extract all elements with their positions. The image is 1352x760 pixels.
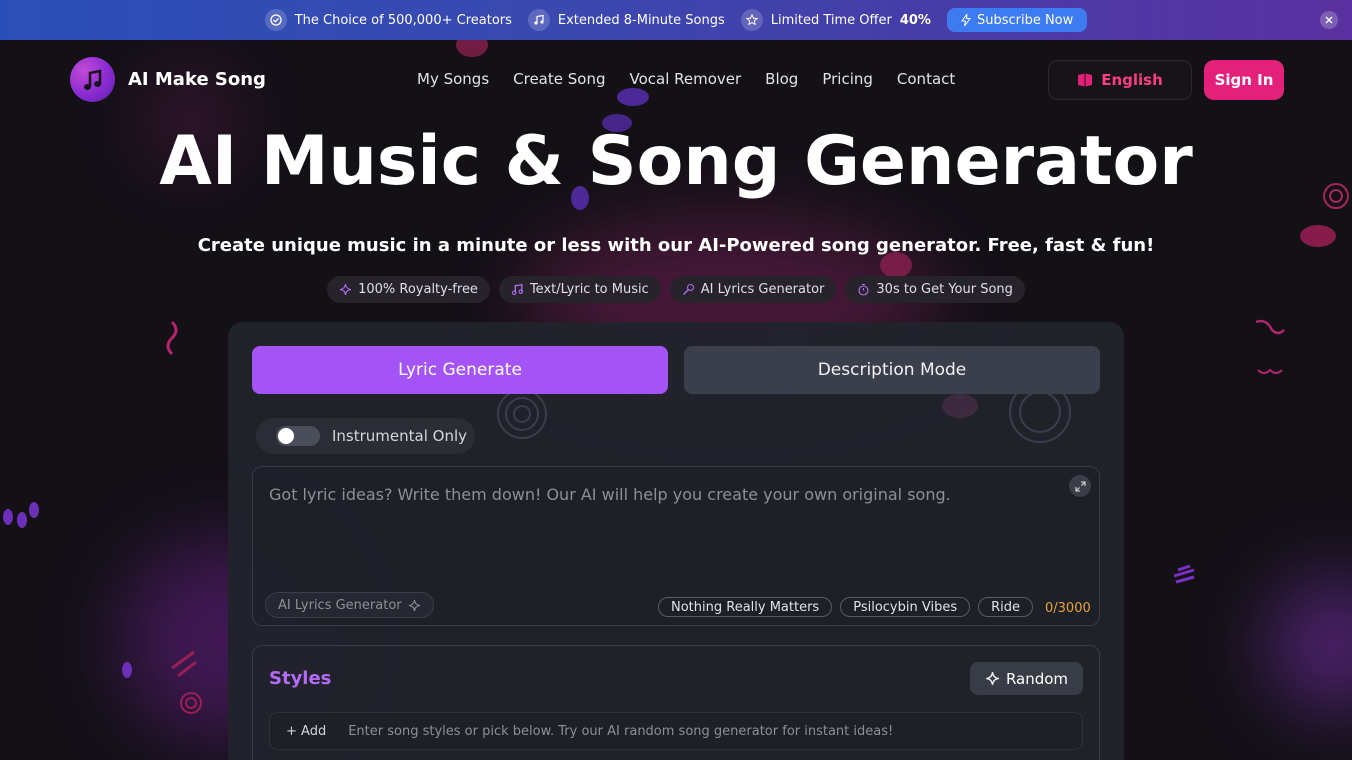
random-label: Random xyxy=(1005,669,1069,688)
suggestion-chip[interactable]: Psilocybin Vibes xyxy=(840,597,971,617)
promo-songs-text: Extended 8-Minute Songs xyxy=(557,12,725,28)
random-button[interactable]: Random xyxy=(970,662,1083,695)
feature-royalty-free: 100% Royalty-free xyxy=(327,276,490,303)
site-header: AI Make Song My Songs Create Song Vocal … xyxy=(0,40,1352,120)
instrumental-toggle-row: Instrumental Only xyxy=(256,418,475,454)
lyric-suggestions: Nothing Really Matters Psilocybin Vibes … xyxy=(658,597,1034,617)
feature-ai-lyrics: AI Lyrics Generator xyxy=(669,276,837,303)
badge-check-icon xyxy=(264,9,287,31)
language-icon xyxy=(1078,73,1093,87)
brand-name: AI Make Song xyxy=(128,69,266,90)
lightning-icon xyxy=(960,14,971,26)
instrumental-label: Instrumental Only xyxy=(332,427,468,445)
sparkle-icon xyxy=(408,599,420,611)
tab-lyric-generate[interactable]: Lyric Generate xyxy=(252,346,668,394)
nav-contact[interactable]: Contact xyxy=(897,70,955,88)
promo-songs: Extended 8-Minute Songs xyxy=(527,9,725,31)
promo-offer: Limited Time Offer 40% xyxy=(740,9,931,31)
language-label: English xyxy=(1101,71,1163,89)
tab-description-mode[interactable]: Description Mode xyxy=(684,346,1100,394)
nav-my-songs[interactable]: My Songs xyxy=(417,70,489,88)
styles-input[interactable] xyxy=(342,713,1082,749)
close-icon[interactable] xyxy=(1320,11,1338,29)
promo-bar: The Choice of 500,000+ Creators Extended… xyxy=(0,0,1352,40)
nav-blog[interactable]: Blog xyxy=(765,70,798,88)
music-note-icon xyxy=(511,283,523,296)
main-nav: My Songs Create Song Vocal Remover Blog … xyxy=(417,70,955,88)
subscribe-button[interactable]: Subscribe Now xyxy=(946,8,1088,32)
feature-label: AI Lyrics Generator xyxy=(700,282,825,297)
page-title: AI Music & Song Generator xyxy=(159,122,1193,201)
page-subtitle: Create unique music in a minute or less … xyxy=(197,235,1155,256)
feature-30s: 30s to Get Your Song xyxy=(845,276,1025,303)
nav-create-song[interactable]: Create Song xyxy=(513,70,605,88)
sparkle-icon xyxy=(339,283,352,296)
add-style-button[interactable]: + Add xyxy=(270,724,342,739)
lyric-input[interactable] xyxy=(269,485,1049,565)
styles-section: Styles Random + Add xyxy=(252,645,1100,760)
star-icon xyxy=(740,9,763,31)
promo-creators-text: The Choice of 500,000+ Creators xyxy=(294,12,512,28)
styles-input-row: + Add xyxy=(269,712,1083,750)
instrumental-toggle[interactable] xyxy=(276,426,320,446)
feature-label: 100% Royalty-free xyxy=(358,282,478,297)
expand-icon[interactable] xyxy=(1069,475,1091,497)
feature-text-to-music: Text/Lyric to Music xyxy=(498,276,661,303)
ai-lyrics-generator-button[interactable]: AI Lyrics Generator xyxy=(265,592,434,618)
timer-icon xyxy=(858,283,869,296)
character-counter: 0/3000 xyxy=(1045,601,1091,616)
generator-card: Lyric Generate Description Mode Instrume… xyxy=(228,322,1124,760)
ai-lyrics-generator-label: AI Lyrics Generator xyxy=(278,597,402,613)
suggestion-chip[interactable]: Ride xyxy=(978,597,1034,617)
music-note-icon xyxy=(527,9,550,31)
language-selector[interactable]: English xyxy=(1048,60,1192,100)
nav-vocal-remover[interactable]: Vocal Remover xyxy=(629,70,741,88)
suggestion-chip[interactable]: Nothing Really Matters xyxy=(658,597,833,617)
brand-logo[interactable]: AI Make Song xyxy=(70,57,266,102)
feature-pills: 100% Royalty-free Text/Lyric to Music AI… xyxy=(0,276,1352,303)
promo-creators: The Choice of 500,000+ Creators xyxy=(264,9,512,31)
promo-offer-text: Limited Time Offer xyxy=(770,12,892,28)
nav-pricing[interactable]: Pricing xyxy=(822,70,873,88)
sparkle-icon xyxy=(985,672,999,685)
promo-offer-value: 40% xyxy=(899,12,931,28)
feature-label: 30s to Get Your Song xyxy=(876,282,1013,297)
sign-in-button[interactable]: Sign In xyxy=(1204,60,1284,100)
subscribe-label: Subscribe Now xyxy=(976,12,1074,28)
lyric-editor: AI Lyrics Generator Nothing Really Matte… xyxy=(252,466,1100,626)
microphone-icon xyxy=(682,283,694,295)
music-logo-icon xyxy=(70,57,115,102)
background-glow xyxy=(1270,580,1352,710)
feature-label: Text/Lyric to Music xyxy=(529,282,649,297)
styles-title: Styles xyxy=(269,668,332,689)
